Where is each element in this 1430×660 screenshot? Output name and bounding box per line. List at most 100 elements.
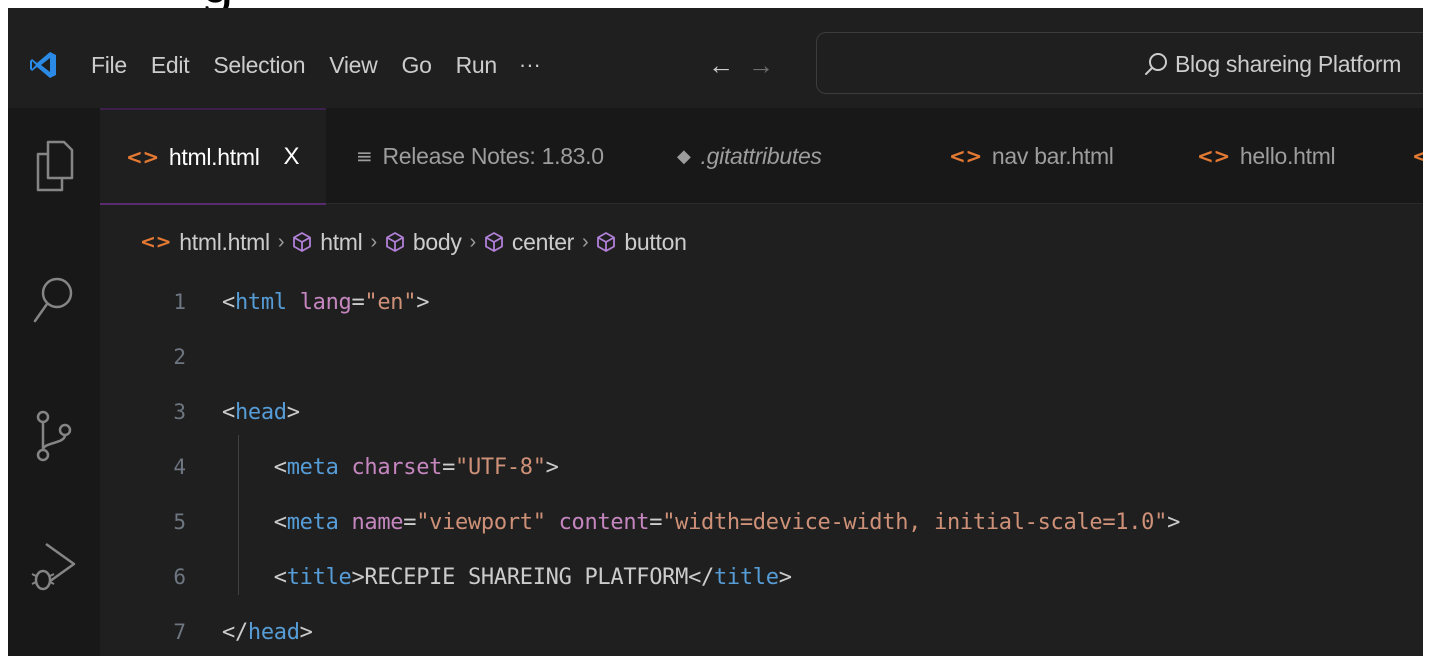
code-token-eq: = (442, 455, 456, 480)
html-file-icon: <> (126, 145, 159, 169)
chevron-right-icon: › (370, 230, 377, 253)
page-edge-bottom (0, 656, 1430, 660)
code-token-str: "UTF-8" (455, 455, 546, 480)
menu-selection[interactable]: Selection (201, 48, 317, 82)
code-token-attr: charset (351, 455, 443, 480)
back-arrow-icon[interactable]: ← (708, 48, 734, 82)
chevron-right-icon: › (277, 230, 285, 253)
element-cube-icon (597, 232, 616, 252)
line-number: 7 (173, 620, 186, 644)
menu-more-icon[interactable]: ··· (509, 48, 551, 82)
element-cube-icon (293, 232, 312, 252)
tab-overflow-partial[interactable]: < (1412, 108, 1423, 204)
line-number: 2 (173, 345, 186, 369)
line-number: 6 (173, 565, 186, 589)
line-number: 5 (173, 510, 186, 534)
code-line[interactable]: </head> (222, 605, 313, 656)
tab-release-notes[interactable]: ≡ Release Notes: 1.83.0 (356, 108, 604, 204)
code-line[interactable]: <meta name="viewport" content="width=dev… (222, 495, 1181, 550)
code-token-punc: > (351, 565, 365, 590)
code-token-str: "viewport" (416, 510, 546, 535)
code-token-eq: = (351, 290, 365, 315)
html-file-icon: <> (949, 144, 982, 168)
element-cube-icon (385, 232, 404, 252)
close-tab-icon[interactable]: X (284, 143, 300, 171)
tab-hello[interactable]: <> hello.html (1197, 108, 1336, 204)
code-token-tag: head (234, 400, 287, 425)
line-number-gutter: 1 2 3 4 5 6 7 (100, 270, 210, 656)
html-file-icon: <> (140, 231, 172, 253)
run-and-debug-icon[interactable] (30, 538, 78, 594)
code-token-eq: = (403, 510, 417, 535)
menu-run[interactable]: Run (444, 48, 509, 82)
line-number: 1 (173, 290, 186, 314)
chevron-right-icon: › (582, 230, 589, 253)
menu-file[interactable]: File (91, 48, 139, 82)
code-token-punc: > (299, 620, 313, 645)
title-bar: File Edit Selection View Go Run ··· ← → … (8, 8, 1423, 108)
code-token-str: "en" (364, 290, 417, 315)
tab-nav-bar[interactable]: <> nav bar.html (949, 108, 1114, 204)
forward-arrow-icon[interactable]: → (748, 48, 774, 82)
code-token-text: RECEPIE SHAREING PLATFORM (364, 565, 689, 590)
code-token-tag: title (713, 565, 779, 590)
code-line[interactable]: <head> (222, 385, 300, 440)
code-token-punc: > (1167, 510, 1181, 535)
code-line[interactable]: <title>RECEPIE SHAREING PLATFORM</title> (222, 550, 792, 605)
tab-html-html[interactable]: <> html.html X (100, 108, 326, 205)
menu-view[interactable]: View (317, 48, 389, 82)
top-strip: g (0, 0, 1430, 8)
breadcrumb-body[interactable]: body (413, 229, 462, 256)
code-token-tag: meta (286, 455, 339, 480)
code-token-punc: > (545, 455, 559, 480)
breadcrumb-html[interactable]: html (320, 229, 363, 256)
editor-tab-bar: <> html.html X ≡ Release Notes: 1.83.0 ◆… (100, 108, 1423, 205)
code-line[interactable]: <html lang="en"> (222, 275, 429, 330)
code-token-tag: meta (286, 510, 339, 535)
menu-edit[interactable]: Edit (139, 48, 201, 82)
source-control-icon[interactable] (30, 408, 78, 464)
code-token-punc: > (778, 565, 792, 590)
tab-label: nav bar.html (991, 142, 1114, 169)
code-token-tag: head (247, 620, 300, 645)
explorer-files-icon[interactable] (30, 138, 78, 194)
breadcrumb-file[interactable]: html.html (179, 229, 270, 256)
line-number: 4 (173, 455, 186, 479)
code-token-punc: > (286, 400, 300, 425)
code-token-attr: lang (299, 290, 352, 315)
code-editor[interactable]: 1 2 3 4 5 6 7 <html lang="en"> <head> <m… (100, 270, 1423, 656)
code-token-punc: < (222, 290, 235, 315)
code-token-tag: title (286, 565, 352, 590)
tab-label: Release Notes: 1.83.0 (382, 142, 604, 169)
code-token-str: "width=device-width, initial-scale=1.0" (662, 510, 1168, 535)
command-center-label: Blog shareing Platform (1175, 51, 1402, 77)
tab-gitattributes[interactable]: ◆ .gitattributes (677, 108, 822, 204)
chevron-right-icon: › (469, 230, 477, 253)
menu-bar: File Edit Selection View Go Run ··· (91, 48, 551, 82)
breadcrumb-center[interactable]: center (512, 229, 574, 256)
tab-label: html.html (168, 143, 260, 170)
code-token-attr: name (351, 510, 404, 535)
code-token-punc: </ (688, 565, 714, 590)
clipped-heading-glyph: g (200, 0, 236, 8)
code-token-punc: < (222, 510, 287, 535)
vscode-logo-icon[interactable] (28, 50, 58, 80)
activity-bar (8, 108, 100, 656)
search-sidebar-icon[interactable] (30, 273, 78, 329)
breadcrumb: <> html.html › html › body › center › bu… (140, 222, 687, 262)
html-file-icon: <> (1197, 144, 1230, 168)
line-number: 3 (173, 400, 186, 424)
navigation-arrows: ← → (708, 48, 774, 82)
git-icon: ◆ (677, 145, 691, 167)
command-center-search[interactable]: Blog shareing Platform (816, 32, 1423, 94)
search-icon (1145, 53, 1167, 75)
menu-go[interactable]: Go (389, 48, 443, 82)
code-token-tag: html (234, 290, 287, 315)
vscode-window: File Edit Selection View Go Run ··· ← → … (8, 8, 1423, 656)
code-line[interactable]: <meta charset="UTF-8"> (222, 440, 559, 495)
code-token-attr: content (558, 510, 650, 535)
breadcrumb-button[interactable]: button (624, 229, 686, 256)
